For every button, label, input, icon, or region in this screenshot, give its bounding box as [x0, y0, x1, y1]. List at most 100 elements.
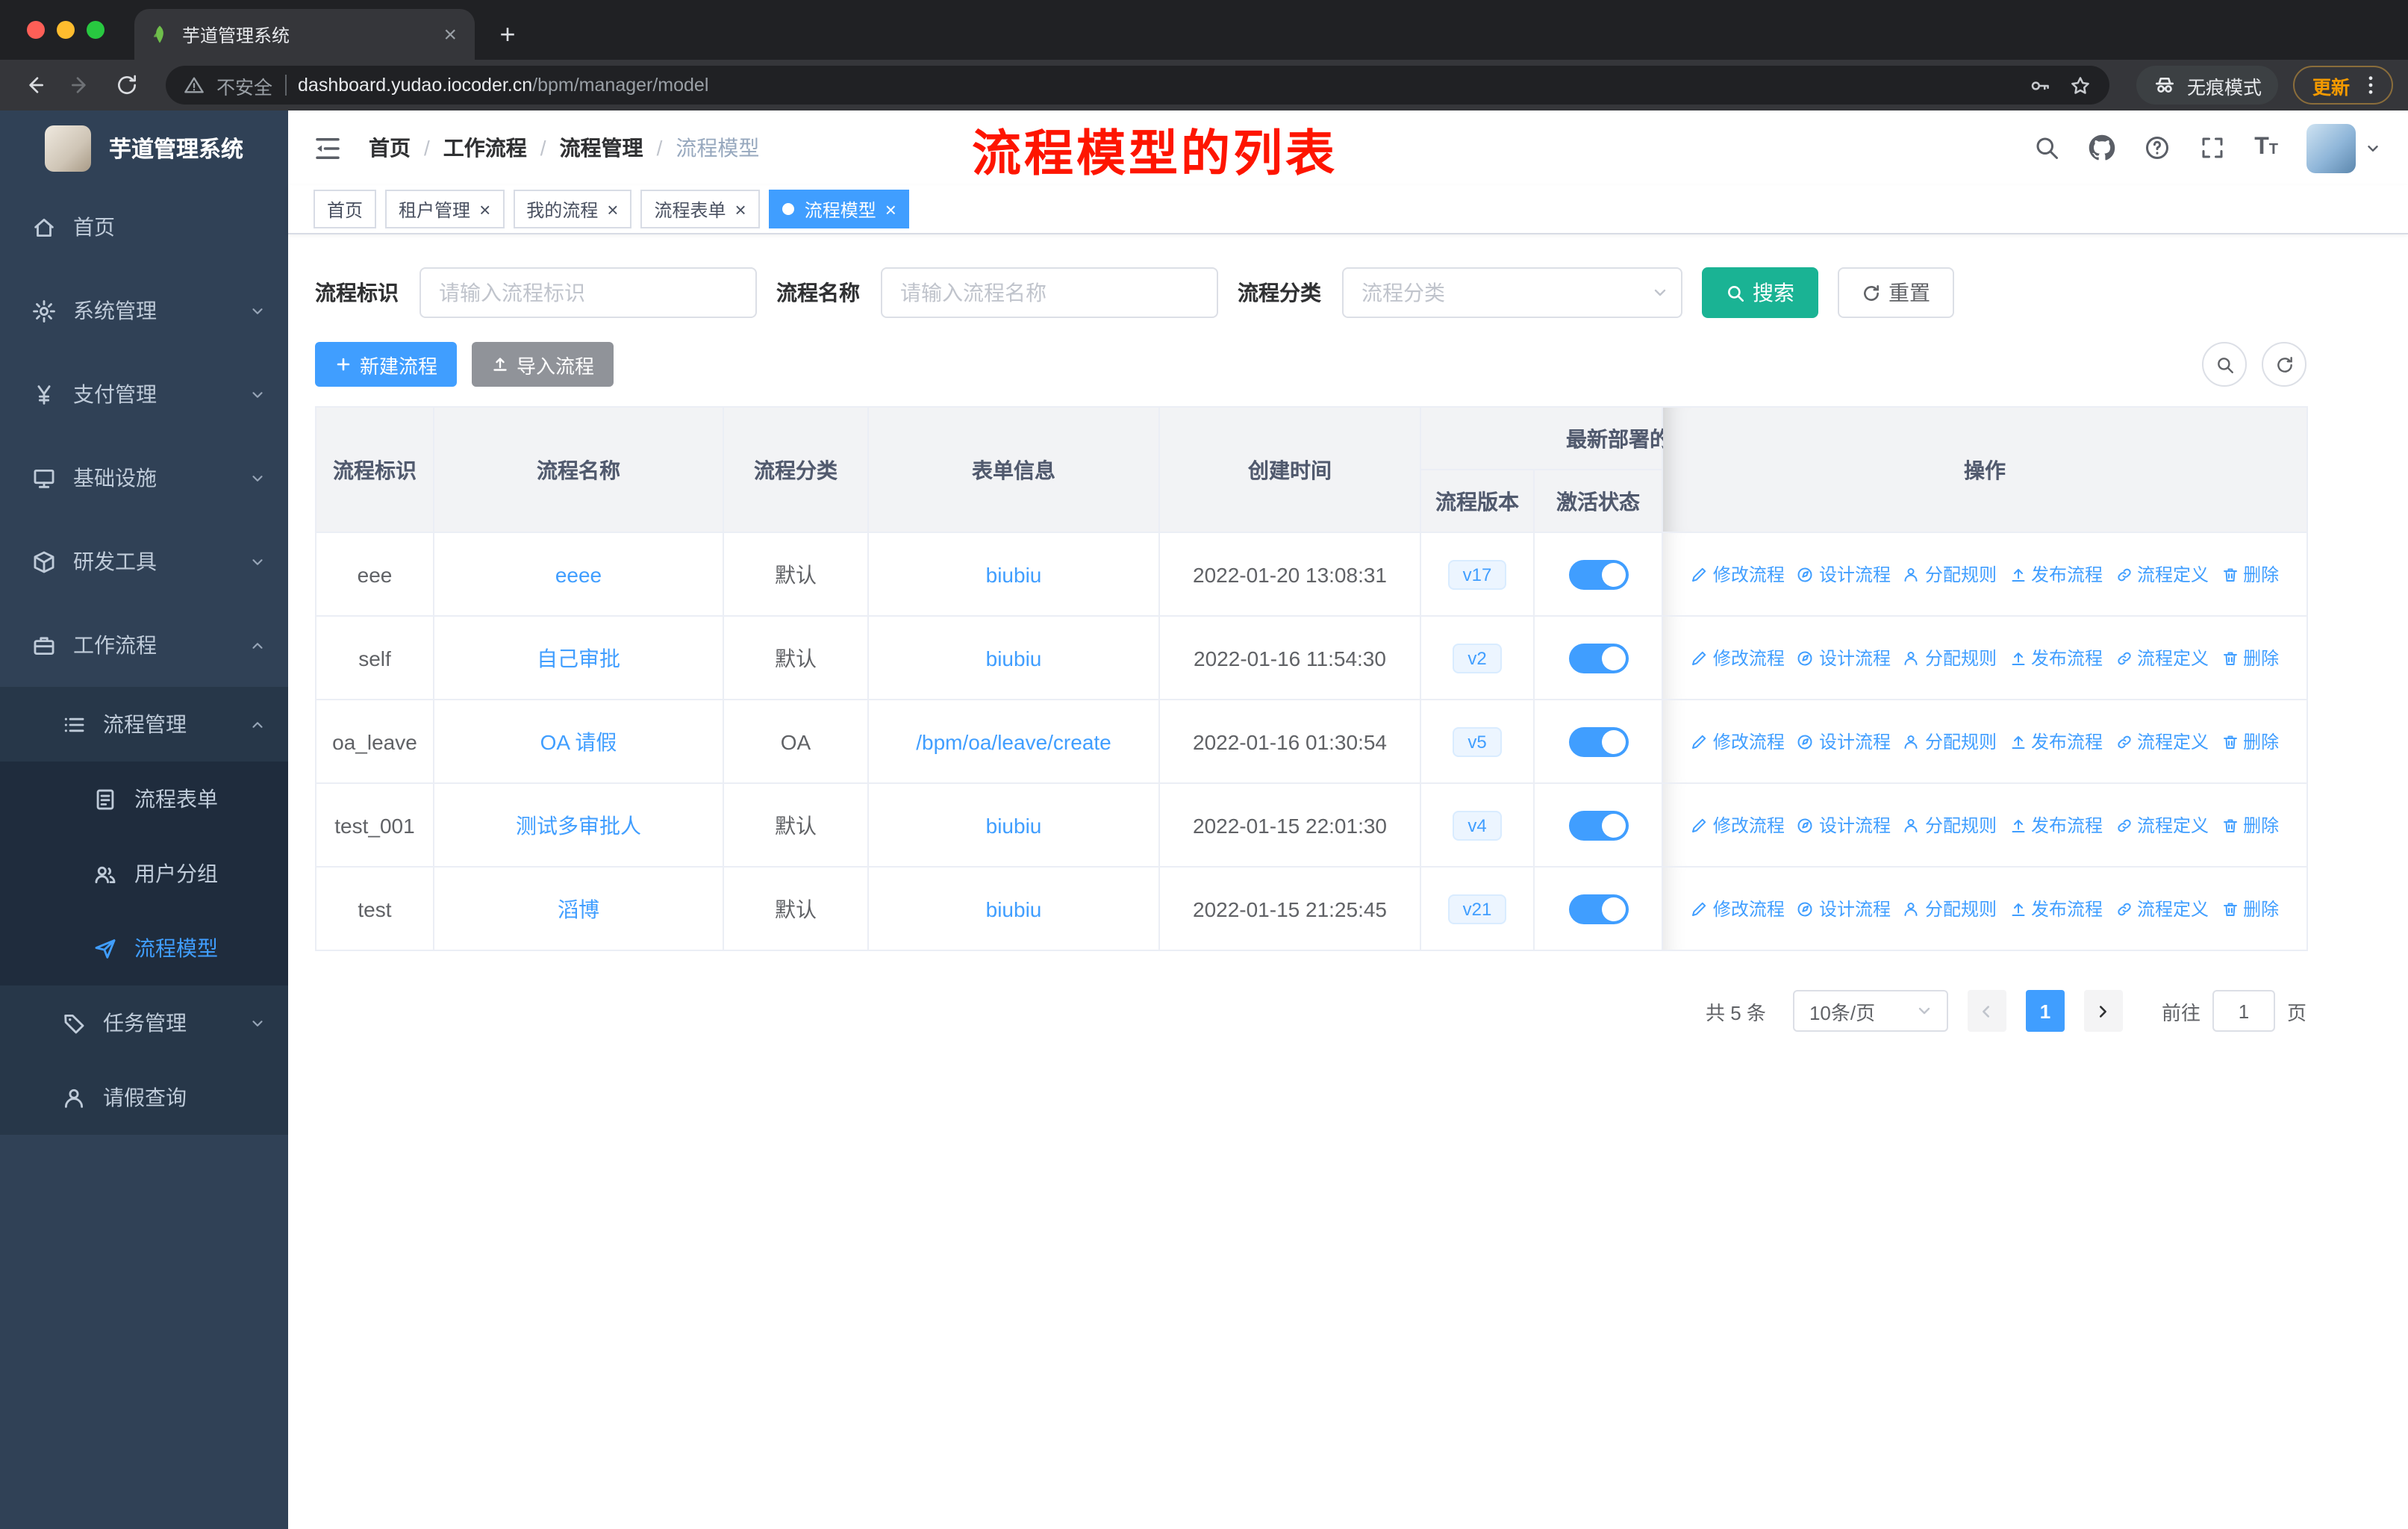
- assign-rule-link[interactable]: 分配规则: [1903, 729, 1997, 755]
- breadcrumb-item[interactable]: 首页: [369, 133, 443, 163]
- form-info-link[interactable]: /bpm/oa/leave/create: [916, 729, 1111, 753]
- process-definition-link[interactable]: 流程定义: [2115, 729, 2209, 755]
- active-toggle[interactable]: [1568, 894, 1628, 924]
- process-definition-link[interactable]: 流程定义: [2115, 562, 2209, 588]
- modify-process-link[interactable]: 修改流程: [1691, 897, 1785, 922]
- tab-close-icon[interactable]: ×: [440, 23, 460, 46]
- page-size-select[interactable]: 10条/页: [1792, 990, 1948, 1032]
- update-button[interactable]: 更新: [2292, 66, 2393, 105]
- category-select[interactable]: [1342, 267, 1682, 318]
- design-process-link[interactable]: 设计流程: [1797, 646, 1891, 671]
- process-definition-link[interactable]: 流程定义: [2115, 646, 2209, 671]
- key-icon[interactable]: [2029, 74, 2051, 96]
- category-select-input[interactable]: [1342, 267, 1682, 318]
- sidebar-item-user-group[interactable]: 用户分组: [0, 836, 288, 911]
- bookmark-star-icon[interactable]: [2069, 74, 2092, 96]
- sidebar-item-process-management[interactable]: 流程管理: [0, 687, 288, 762]
- tag-my-process[interactable]: 我的流程 ×: [513, 190, 632, 228]
- form-info-link[interactable]: biubiu: [986, 562, 1042, 586]
- browser-menu-icon[interactable]: [2359, 73, 2383, 97]
- delete-process-link[interactable]: 删除: [2221, 897, 2279, 922]
- process-definition-link[interactable]: 流程定义: [2115, 813, 2209, 838]
- sidebar-item-system-management[interactable]: 系统管理: [0, 269, 288, 352]
- process-name-input[interactable]: [881, 267, 1218, 318]
- back-icon[interactable]: [15, 66, 54, 105]
- forward-icon[interactable]: [61, 66, 100, 105]
- publish-process-link[interactable]: 发布流程: [2009, 813, 2103, 838]
- modify-process-link[interactable]: 修改流程: [1691, 646, 1785, 671]
- reload-icon[interactable]: [107, 66, 146, 105]
- tag-process-form[interactable]: 流程表单 ×: [640, 190, 760, 228]
- delete-process-link[interactable]: 删除: [2221, 729, 2279, 755]
- sidebar-item-leave-query[interactable]: 请假查询: [0, 1060, 288, 1135]
- sidebar-item-home[interactable]: 首页: [0, 185, 288, 269]
- prev-page-button[interactable]: [1967, 990, 2006, 1032]
- search-button[interactable]: 搜索: [1702, 267, 1818, 318]
- active-toggle[interactable]: [1568, 643, 1628, 673]
- refresh-button[interactable]: [2262, 342, 2306, 387]
- tag-process-model[interactable]: 流程模型 ×: [768, 190, 910, 228]
- delete-process-link[interactable]: 删除: [2221, 813, 2279, 838]
- toggle-search-button[interactable]: [2202, 342, 2247, 387]
- user-menu[interactable]: [2306, 123, 2381, 172]
- form-info-link[interactable]: biubiu: [986, 646, 1042, 670]
- help-icon[interactable]: [2144, 134, 2171, 161]
- sidebar-item-infrastructure[interactable]: 基础设施: [0, 436, 288, 520]
- delete-process-link[interactable]: 删除: [2221, 646, 2279, 671]
- breadcrumb-item[interactable]: 流程管理: [560, 133, 676, 163]
- next-page-button[interactable]: [2083, 990, 2123, 1032]
- active-toggle[interactable]: [1568, 810, 1628, 840]
- import-process-button[interactable]: 导入流程: [472, 342, 614, 387]
- reset-button[interactable]: 重置: [1838, 267, 1954, 318]
- process-name-link[interactable]: OA 请假: [540, 729, 617, 753]
- process-name-link[interactable]: 滔博: [558, 897, 599, 921]
- tag-home[interactable]: 首页: [314, 190, 377, 228]
- modify-process-link[interactable]: 修改流程: [1691, 562, 1785, 588]
- process-key-input[interactable]: [419, 267, 757, 318]
- form-info-link[interactable]: biubiu: [986, 813, 1042, 837]
- form-info-link[interactable]: biubiu: [986, 897, 1042, 921]
- publish-process-link[interactable]: 发布流程: [2009, 897, 2103, 922]
- publish-process-link[interactable]: 发布流程: [2009, 729, 2103, 755]
- fullscreen-icon[interactable]: [2199, 134, 2226, 161]
- font-size-icon[interactable]: [2254, 136, 2278, 160]
- design-process-link[interactable]: 设计流程: [1797, 897, 1891, 922]
- new-tab-button[interactable]: +: [487, 13, 528, 55]
- tag-tenant-management[interactable]: 租户管理 ×: [385, 190, 505, 228]
- process-definition-link[interactable]: 流程定义: [2115, 897, 2209, 922]
- close-icon[interactable]: ×: [885, 199, 896, 219]
- close-icon[interactable]: ×: [479, 199, 490, 219]
- sidebar-item-devtools[interactable]: 研发工具: [0, 520, 288, 603]
- goto-page-input[interactable]: [2212, 990, 2275, 1032]
- sidebar-item-workflow[interactable]: 工作流程: [0, 603, 288, 687]
- close-icon[interactable]: ×: [735, 199, 746, 219]
- close-icon[interactable]: ×: [607, 199, 618, 219]
- minimize-window-button[interactable]: [57, 21, 75, 39]
- process-name-link[interactable]: 自己审批: [537, 646, 620, 670]
- zoom-window-button[interactable]: [87, 21, 105, 39]
- address-bar[interactable]: 不安全 dashboard.yudao.iocoder.cn/bpm/manag…: [166, 66, 2109, 105]
- assign-rule-link[interactable]: 分配规则: [1903, 562, 1997, 588]
- close-window-button[interactable]: [27, 21, 45, 39]
- breadcrumb-item[interactable]: 工作流程: [443, 133, 560, 163]
- process-name-link[interactable]: eeee: [555, 562, 602, 586]
- publish-process-link[interactable]: 发布流程: [2009, 562, 2103, 588]
- create-process-button[interactable]: 新建流程: [315, 342, 458, 387]
- assign-rule-link[interactable]: 分配规则: [1903, 897, 1997, 922]
- avatar[interactable]: [2306, 123, 2356, 172]
- github-icon[interactable]: [2089, 134, 2115, 161]
- assign-rule-link[interactable]: 分配规则: [1903, 813, 1997, 838]
- sidebar-item-payment-management[interactable]: 支付管理: [0, 352, 288, 436]
- hamburger-icon[interactable]: [312, 132, 343, 164]
- browser-tab[interactable]: 芋道管理系统 ×: [134, 9, 475, 60]
- sidebar-item-process-model[interactable]: 流程模型: [0, 911, 288, 985]
- sidebar-item-task-management[interactable]: 任务管理: [0, 985, 288, 1060]
- active-toggle[interactable]: [1568, 559, 1628, 589]
- design-process-link[interactable]: 设计流程: [1797, 729, 1891, 755]
- process-name-link[interactable]: 测试多审批人: [516, 813, 641, 837]
- modify-process-link[interactable]: 修改流程: [1691, 729, 1785, 755]
- modify-process-link[interactable]: 修改流程: [1691, 813, 1785, 838]
- delete-process-link[interactable]: 删除: [2221, 562, 2279, 588]
- page-number-current[interactable]: 1: [2025, 990, 2065, 1032]
- search-icon[interactable]: [2033, 134, 2060, 161]
